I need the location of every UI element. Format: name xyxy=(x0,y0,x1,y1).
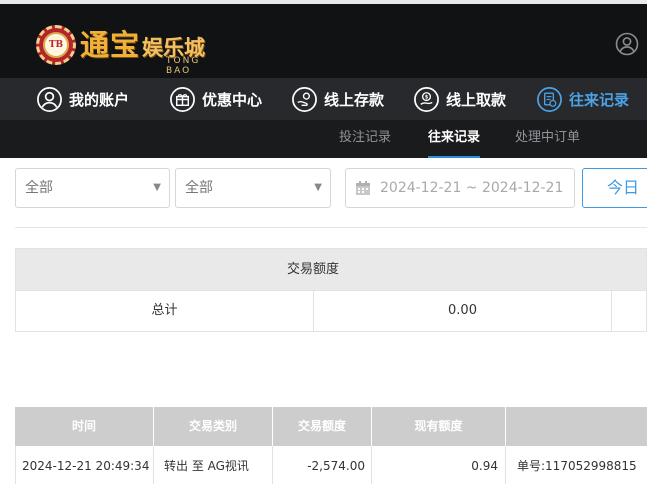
type-select-value: 全部 xyxy=(25,180,53,196)
summary-table-row: 总计 0.00 xyxy=(15,290,647,332)
nav-label: 线上取款 xyxy=(446,90,507,109)
main-nav: 我的账户 优惠中心 线上存款 $ 线上取款 往来记录 xyxy=(0,78,647,120)
deposit-icon xyxy=(292,86,317,112)
logo-chip-text: TB xyxy=(43,32,69,58)
date-range-input[interactable]: 2024-12-21 ~ 2024-12-21 xyxy=(345,168,575,208)
today-button[interactable]: 今日 xyxy=(582,168,647,208)
site-header: TB 通宝 娱乐城 TONG BAO xyxy=(0,0,647,78)
nav-label: 优惠中心 xyxy=(202,90,263,109)
site-logo[interactable]: TB 通宝 娱乐城 TONG BAO xyxy=(36,22,226,76)
table-row: 2024-12-21 20:49:34 转出 至 AG视讯 -2,574.00 … xyxy=(15,446,647,484)
nav-deposit[interactable]: 线上存款 xyxy=(291,78,384,120)
calendar-icon xyxy=(356,181,370,195)
user-circle-icon xyxy=(37,86,62,112)
col-balance: 现有额度 xyxy=(414,419,463,433)
platform-select[interactable]: 全部 ▼ xyxy=(175,168,331,208)
col-amount: 交易额度 xyxy=(297,419,346,433)
summary-header-amount: 交易额度 xyxy=(286,262,339,277)
cell-divider xyxy=(505,446,506,484)
cell-type: 转出 至 AG视讯 xyxy=(164,459,249,473)
nav-my-account[interactable]: 我的账户 xyxy=(36,78,129,120)
logo-tagline: TONG BAO xyxy=(166,56,201,76)
withdraw-icon: $ xyxy=(414,86,439,112)
type-select[interactable]: 全部 ▼ xyxy=(15,168,170,208)
platform-select-value: 全部 xyxy=(185,180,213,196)
sub-nav: 投注记录 往来记录 处理中订单 xyxy=(0,120,647,158)
records-icon xyxy=(537,86,562,112)
nav-label: 线上存款 xyxy=(324,90,385,109)
summary-total-label: 总计 xyxy=(151,303,178,318)
tab-transaction-records[interactable]: 往来记录 xyxy=(428,120,481,158)
nav-withdraw[interactable]: $ 线上取款 xyxy=(413,78,506,120)
nav-label: 往来记录 xyxy=(569,90,630,109)
chevron-down-icon: ▼ xyxy=(314,182,322,193)
col-time: 时间 xyxy=(71,419,96,433)
cell-divider xyxy=(153,446,154,484)
gift-icon xyxy=(170,86,195,112)
cell-order-no: 单号:117052998815 xyxy=(517,459,637,473)
logo-title: 通宝 xyxy=(80,28,141,62)
summary-table-header: 交易额度 xyxy=(15,248,647,290)
cell-balance: 0.94 xyxy=(471,459,498,473)
page: TB 通宝 娱乐城 TONG BAO 我的账户 优惠中心 线上存款 $ 线上取款… xyxy=(0,0,647,484)
cell-time: 2024-12-21 20:49:34 xyxy=(22,459,150,473)
tab-pending-orders[interactable]: 处理中订单 xyxy=(515,120,580,158)
logo-chip-icon: TB xyxy=(36,25,76,65)
date-range-value: 2024-12-21 ~ 2024-12-21 xyxy=(380,180,564,196)
col-order-no xyxy=(506,407,647,446)
col-type: 交易类别 xyxy=(188,419,237,433)
chevron-down-icon: ▼ xyxy=(153,182,161,193)
tab-bet-records[interactable]: 投注记录 xyxy=(339,120,391,158)
nav-promotions[interactable]: 优惠中心 xyxy=(169,78,262,120)
divider xyxy=(15,227,647,228)
summary-total-value: 0.00 xyxy=(448,303,477,318)
nav-records[interactable]: 往来记录 xyxy=(536,78,629,120)
cell-amount: -2,574.00 xyxy=(307,459,365,473)
cell-divider xyxy=(611,291,612,331)
nav-label: 我的账户 xyxy=(69,90,130,109)
detail-table-header: 时间 交易类别 交易额度 现有额度 xyxy=(15,407,647,446)
user-avatar-icon[interactable] xyxy=(615,32,639,56)
